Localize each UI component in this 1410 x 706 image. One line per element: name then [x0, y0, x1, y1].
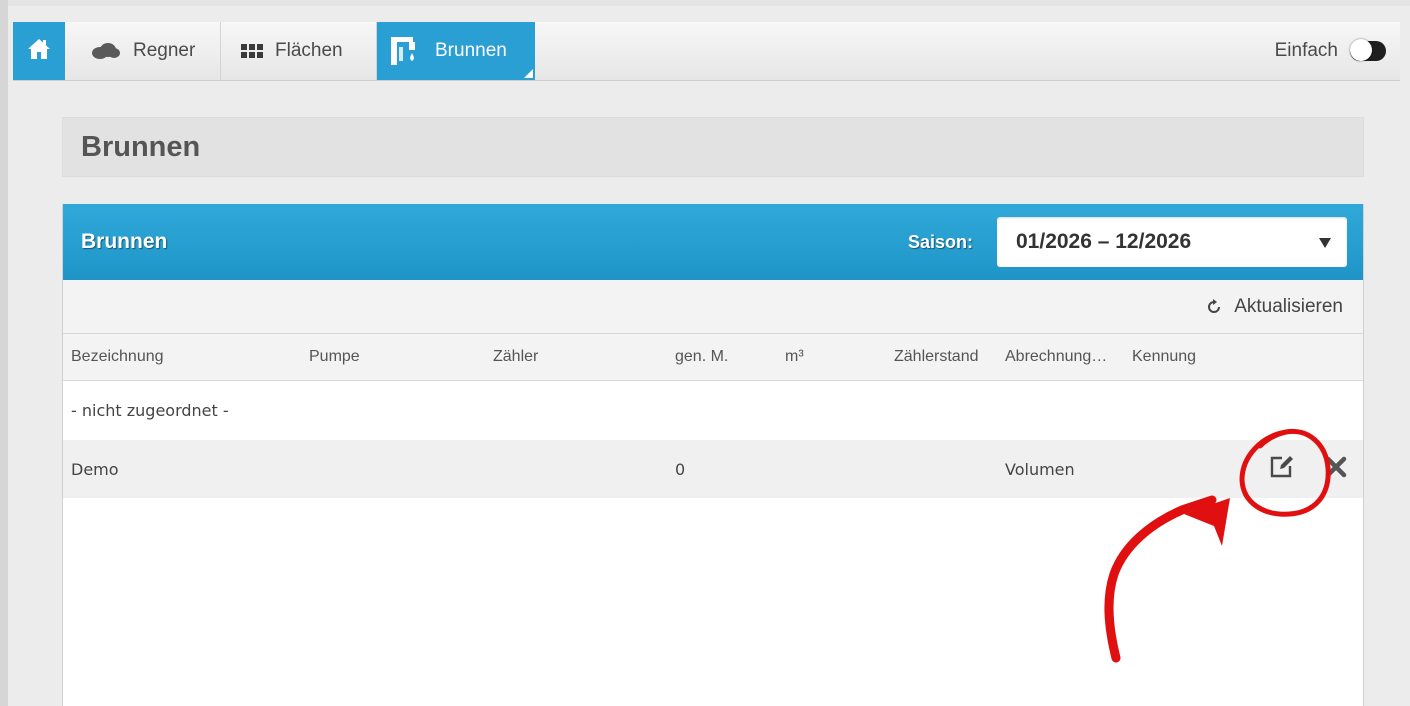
column-header-pumpe[interactable]: Pumpe	[309, 334, 360, 380]
page-title: Brunnen	[62, 117, 1364, 177]
dropdown-arrow-icon	[1319, 238, 1331, 248]
table-row[interactable]: Demo 0 Volumen	[63, 440, 1363, 498]
column-header-zaehler[interactable]: Zähler	[493, 334, 538, 380]
cell-abrechnung: Volumen	[1005, 459, 1075, 479]
panel-title: Brunnen	[81, 230, 168, 253]
cloud-icon	[91, 42, 121, 60]
mode-switch[interactable]: Einfach	[1275, 22, 1386, 80]
edit-icon	[1269, 455, 1295, 483]
column-header-m3[interactable]: m³	[785, 334, 804, 380]
mode-label: Einfach	[1274, 40, 1338, 61]
wells-panel: Brunnen Saison: 01/2026 – 12/2026 Aktual…	[62, 204, 1364, 706]
edit-button[interactable]	[1269, 440, 1295, 498]
nav-tab-flaechen[interactable]: Flächen	[221, 22, 377, 80]
top-navigation: Regner Flächen Brunnen Einfach	[13, 22, 1400, 81]
season-label: Saison:	[908, 231, 974, 252]
table-header: Bezeichnung Pumpe Zähler gen. M. m³ Zähl…	[63, 334, 1363, 381]
nav-tab-regner-label: Regner	[133, 40, 196, 61]
nav-tab-brunnen-label: Brunnen	[435, 40, 507, 61]
nav-tab-regner[interactable]: Regner	[65, 22, 221, 80]
panel-header: Brunnen Saison: 01/2026 – 12/2026	[63, 204, 1363, 280]
well-icon	[389, 35, 423, 67]
mode-toggle[interactable]	[1350, 39, 1386, 61]
season-select-value: 01/2026 – 12/2026	[1016, 230, 1192, 253]
home-button[interactable]	[13, 22, 65, 80]
delete-button[interactable]	[1325, 440, 1347, 498]
grid-icon	[241, 44, 263, 58]
toggle-knob	[1350, 39, 1372, 61]
active-tab-corner-marker	[524, 69, 533, 78]
group-row-label: - nicht zugeordnet -	[71, 400, 229, 420]
column-header-abrechnung[interactable]: Abrechnung…	[1005, 334, 1107, 380]
nav-tab-flaechen-label: Flächen	[275, 40, 343, 61]
group-row: - nicht zugeordnet -	[63, 381, 1363, 439]
home-icon	[27, 37, 51, 66]
panel-toolbar: Aktualisieren	[63, 280, 1363, 334]
refresh-icon	[1206, 298, 1222, 315]
column-header-gen-m[interactable]: gen. M.	[675, 334, 728, 380]
cell-gen-m: 0	[675, 459, 686, 479]
column-header-zaehlerstand[interactable]: Zählerstand	[894, 334, 979, 380]
nav-tab-brunnen[interactable]: Brunnen	[377, 22, 535, 80]
cell-bezeichnung: Demo	[71, 459, 119, 479]
season-select[interactable]: 01/2026 – 12/2026	[997, 217, 1347, 267]
refresh-button[interactable]: Aktualisieren	[1206, 280, 1343, 333]
close-icon	[1325, 456, 1347, 482]
window-left-edge	[0, 0, 8, 706]
column-header-kennung[interactable]: Kennung	[1132, 334, 1196, 380]
column-header-bezeichnung[interactable]: Bezeichnung	[71, 334, 164, 380]
window-top-strip	[0, 0, 1410, 6]
refresh-label: Aktualisieren	[1234, 295, 1343, 317]
